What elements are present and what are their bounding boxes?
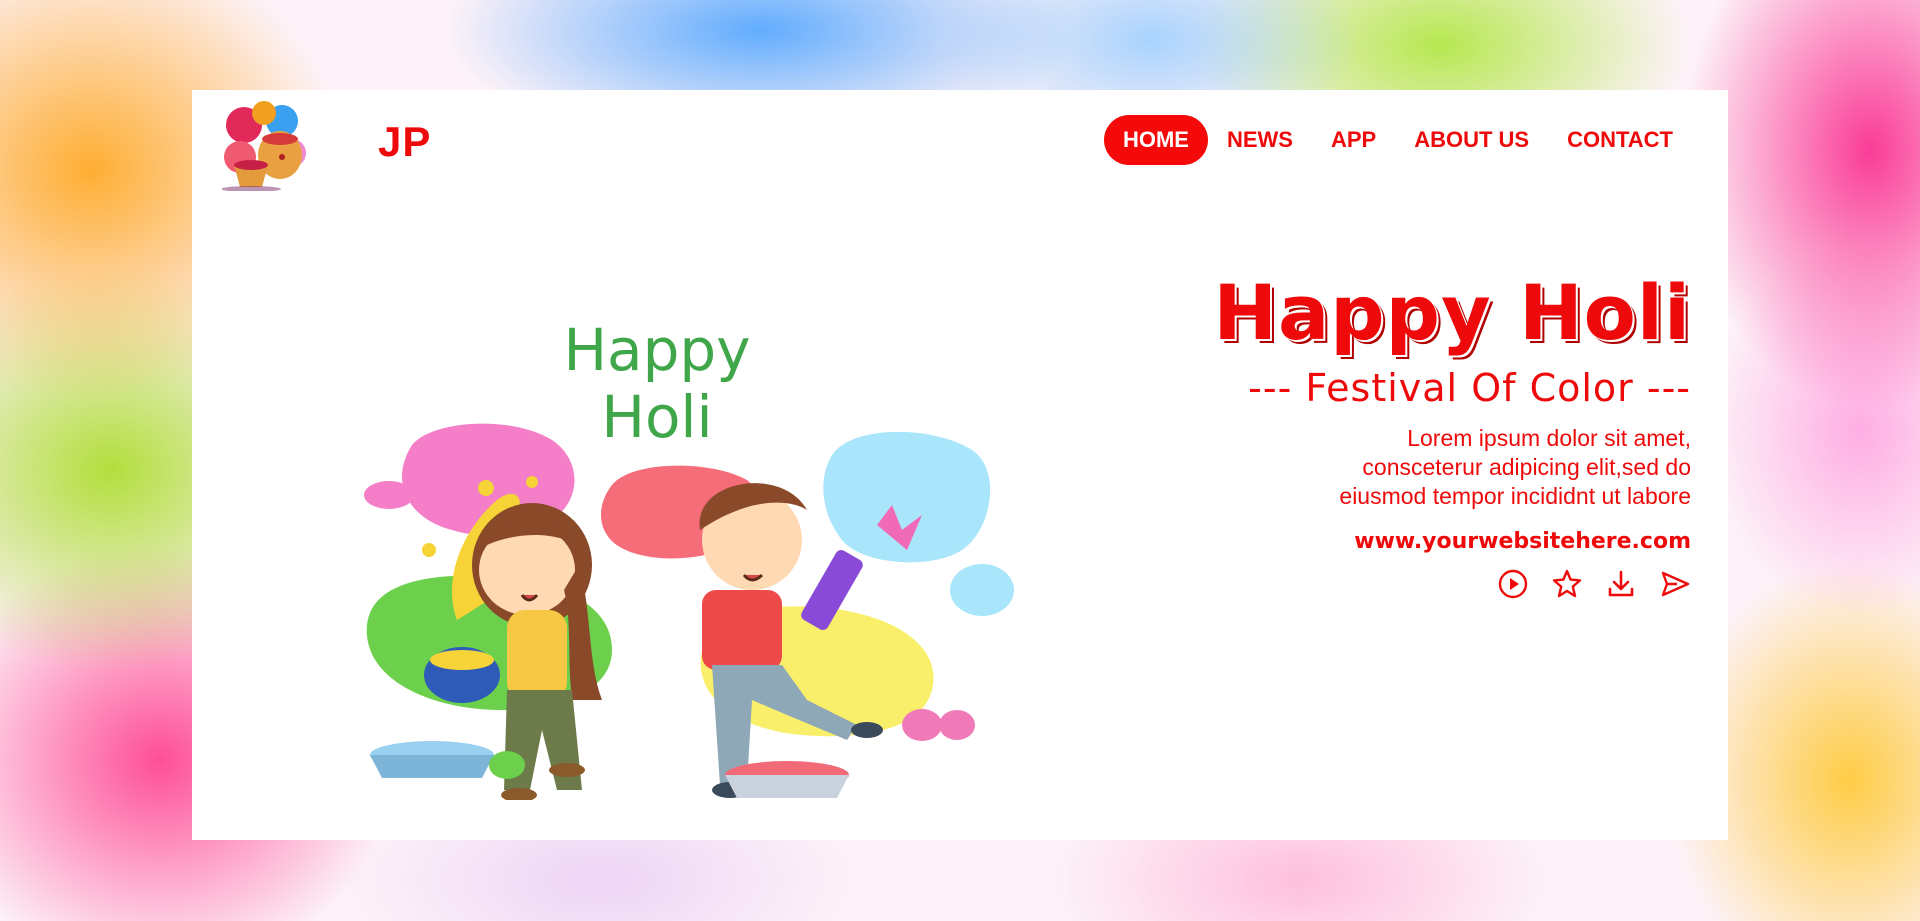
hero-body-line: consceterur adipicing elit,sed do: [1362, 454, 1691, 480]
nav-home[interactable]: HOME: [1103, 115, 1208, 165]
nav-contact[interactable]: CONTACT: [1548, 115, 1692, 165]
hero-body-line: eiusmod tempor incididnt ut labore: [1339, 483, 1691, 509]
illustration-heading-happy: Happy: [563, 316, 750, 384]
hero-body-text: Lorem ipsum dolor sit amet, consceterur …: [1171, 424, 1691, 511]
download-icon[interactable]: [1605, 568, 1637, 600]
nav-app[interactable]: APP: [1312, 115, 1395, 165]
play-circle-icon[interactable]: [1497, 568, 1529, 600]
nav-news[interactable]: NEWS: [1208, 115, 1312, 165]
color-pots-logo-icon[interactable]: [222, 95, 312, 191]
landing-card: JP HOME NEWS APP ABOUT US CONTACT Happy …: [192, 90, 1728, 840]
website-url-link[interactable]: www.yourwebsitehere.com: [1171, 529, 1691, 554]
send-icon[interactable]: [1659, 568, 1691, 600]
brand-name[interactable]: JP: [378, 118, 431, 166]
star-icon[interactable]: [1551, 568, 1583, 600]
hero-section: Happy Holi --- Festival Of Color --- Lor…: [1171, 270, 1691, 600]
hero-title: Happy Holi: [1213, 268, 1691, 357]
hero-body-line: Lorem ipsum dolor sit amet,: [1407, 425, 1691, 451]
nav-about-us[interactable]: ABOUT US: [1395, 115, 1548, 165]
main-nav: HOME NEWS APP ABOUT US CONTACT: [1103, 115, 1692, 165]
hero-subtitle: --- Festival Of Color ---: [1248, 366, 1691, 410]
action-icons: [1171, 568, 1691, 600]
holi-kids-illustration: Happy Holi: [364, 316, 1014, 800]
illustration-heading-holi: Holi: [601, 383, 712, 451]
